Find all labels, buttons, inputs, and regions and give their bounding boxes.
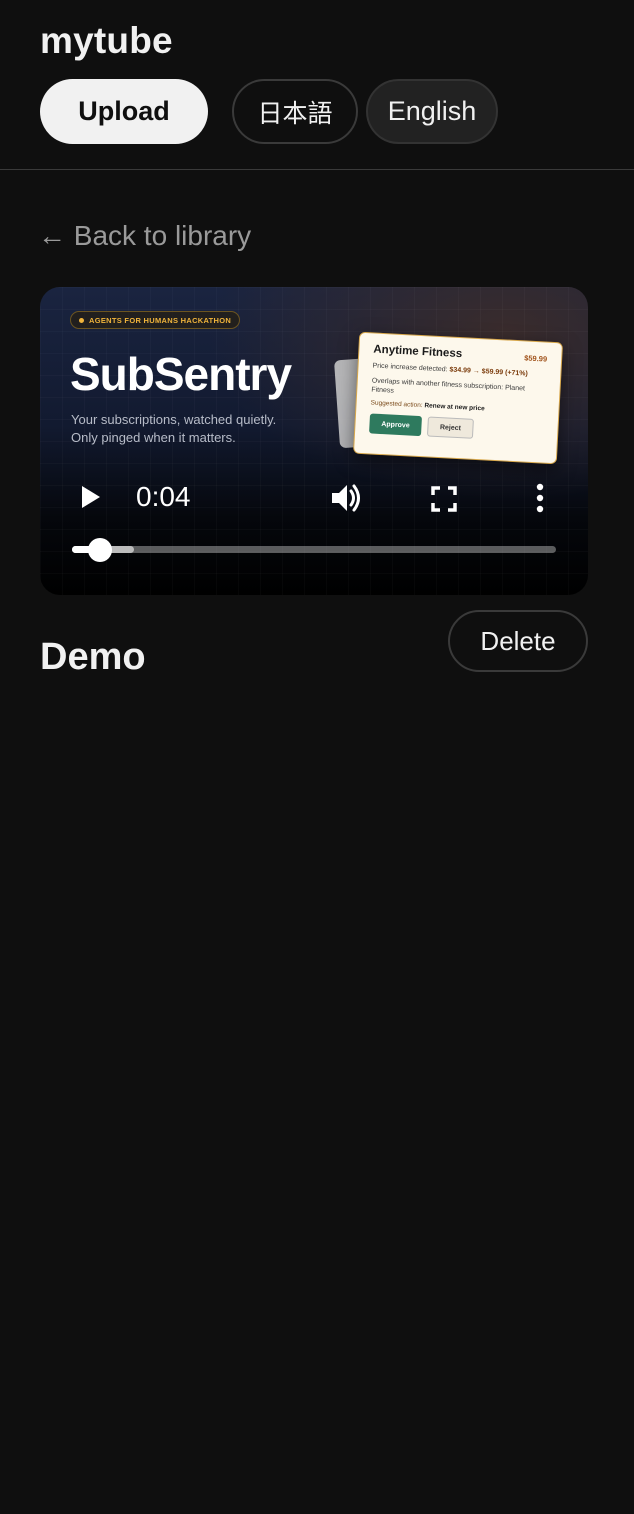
volume-icon[interactable] xyxy=(329,481,365,515)
progress-bar[interactable] xyxy=(72,537,556,562)
card-overlap: Overlaps with another fitness subscripti… xyxy=(371,377,526,395)
fullscreen-icon[interactable] xyxy=(430,485,458,513)
badge-dot-icon xyxy=(79,317,84,323)
more-vert-icon[interactable] xyxy=(532,483,548,513)
card-name: Anytime Fitness xyxy=(373,343,463,361)
video-frame-subtitle: Your subscriptions, watched quietly. Onl… xyxy=(71,411,311,447)
delete-button[interactable]: Delete xyxy=(448,610,588,672)
top-header: mytube Upload 日本語 English xyxy=(0,0,634,170)
subtitle-line-1: Your subscriptions, watched quietly. xyxy=(71,412,277,427)
current-time: 0:04 xyxy=(136,481,191,512)
video-frame-badge: AGENTS FOR HUMANS HACKATHON xyxy=(70,311,241,329)
back-to-library-link[interactable]: ← Back to library xyxy=(38,220,251,252)
upload-button[interactable]: Upload xyxy=(40,79,208,144)
badge-label: AGENTS FOR HUMANS HACKATHON xyxy=(89,315,232,325)
app-logo[interactable]: mytube xyxy=(40,20,173,62)
video-player[interactable]: AGENTS FOR HUMANS HACKATHON SubSentry Yo… xyxy=(40,287,588,595)
video-title: Demo xyxy=(40,636,146,678)
video-frame-card: Anytime Fitness $59.99 Price increase de… xyxy=(352,331,564,465)
progress-scrubber-handle[interactable] xyxy=(87,537,112,562)
video-frame-title: SubSentry xyxy=(70,348,292,400)
card-price: $59.99 xyxy=(524,352,548,364)
play-icon[interactable] xyxy=(76,483,104,511)
card-reject-button: Reject xyxy=(426,416,474,439)
language-japanese-button[interactable]: 日本語 xyxy=(232,79,358,144)
subtitle-line-2: Only pinged when it matters. xyxy=(71,430,236,445)
language-english-button[interactable]: English xyxy=(366,79,498,144)
card-approve-button: Approve xyxy=(369,413,423,437)
